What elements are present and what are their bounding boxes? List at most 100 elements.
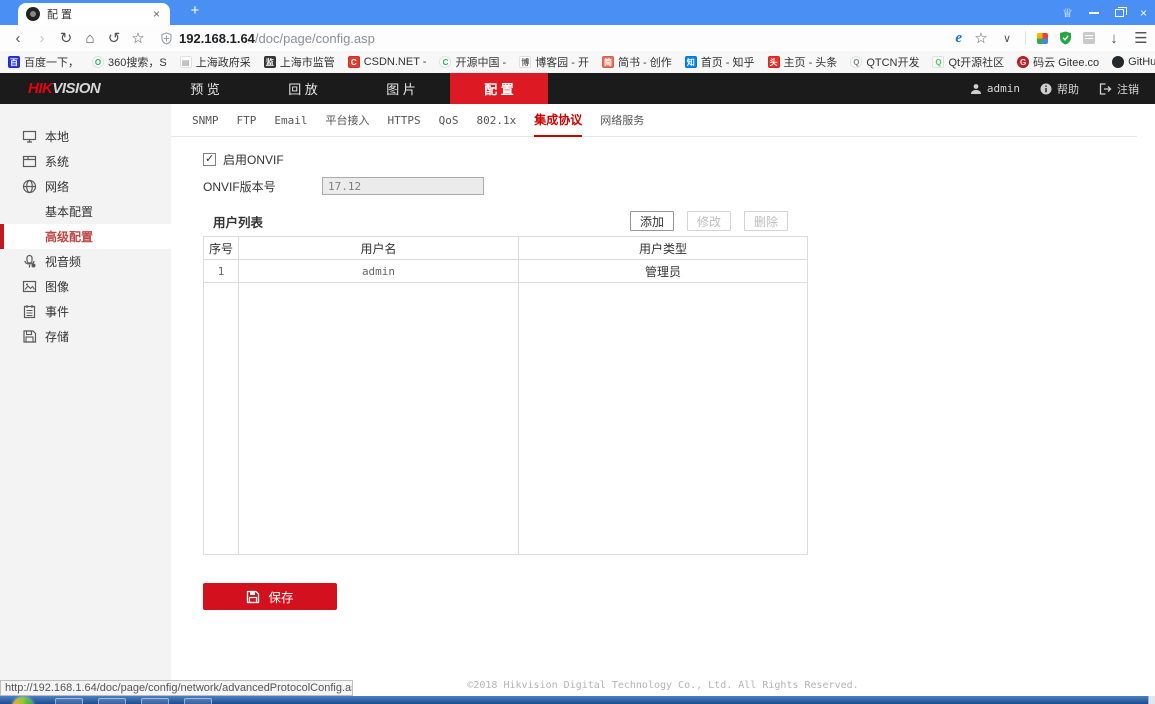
tab-close-icon[interactable]: ×	[151, 7, 162, 21]
browser-toolbar: ‹ › ↻ ⌂ ↺ ☆ 192.168.1.64 /doc/page/confi…	[0, 25, 1155, 51]
bookmark-shanghai-gov[interactable]: ▤上海政府采	[180, 54, 251, 70]
bookmarks-bar: 百百度一下， O360搜索，S ▤上海政府采 监上海市监管 CCSDN.NET …	[0, 51, 1155, 73]
bookmark-qt-community[interactable]: QQt开源社区	[932, 54, 1004, 70]
bookmark-csdn[interactable]: CCSDN.NET -	[348, 56, 427, 68]
address-bar[interactable]: 192.168.1.64 /doc/page/config.asp	[160, 31, 947, 46]
sidebar-item-audio-video[interactable]: 视音频	[0, 249, 171, 274]
extensions-grid-icon[interactable]	[1037, 33, 1048, 44]
storage-icon	[22, 329, 37, 344]
favorite-star-icon[interactable]: ☆	[973, 29, 989, 47]
reload-icon[interactable]: ↻	[54, 29, 78, 47]
menu-icon[interactable]: ☰	[1133, 29, 1149, 47]
sidebar-item-storage[interactable]: 存储	[0, 324, 171, 349]
site-shield-icon	[160, 32, 173, 45]
minimize-button[interactable]	[1089, 12, 1099, 14]
status-url-tooltip: http://192.168.1.64/doc/page/config/netw…	[0, 680, 353, 696]
sidebar-item-network[interactable]: 网络	[0, 174, 171, 199]
taskbar-button[interactable]	[55, 698, 83, 704]
bookmark-jianshu[interactable]: 简简书 - 创作	[602, 54, 672, 70]
nav-picture[interactable]: 图 片	[352, 73, 450, 104]
tab-email[interactable]: Email	[274, 104, 307, 136]
bookmark-baidu[interactable]: 百百度一下，	[8, 54, 79, 70]
table-empty-body	[203, 283, 808, 555]
enable-onvif-checkbox[interactable]	[203, 153, 216, 166]
show-desktop-button[interactable]	[1148, 696, 1155, 704]
download-icon[interactable]: ↓	[1106, 30, 1122, 47]
bookmark-shanghai-regulator[interactable]: 监上海市监管	[264, 54, 335, 70]
bookmark-github[interactable]: GitHub	[1112, 56, 1155, 68]
bookmark-star-icon[interactable]: ☆	[126, 29, 150, 47]
browser-skin-icon[interactable]: ♕	[1062, 7, 1073, 19]
bookmark-360-search[interactable]: O360搜索，S	[92, 54, 167, 70]
maximize-button[interactable]	[1115, 9, 1124, 17]
close-button[interactable]: ×	[1140, 7, 1147, 19]
sidebar-item-event[interactable]: 事件	[0, 299, 171, 324]
gitee-icon: G	[1017, 56, 1029, 68]
document-icon: ▤	[180, 56, 192, 68]
oschina-icon: C	[439, 56, 451, 68]
delete-user-button[interactable]: 删除	[744, 211, 788, 231]
onvif-version-input[interactable]: 17.12	[322, 177, 484, 195]
adblock-shield-icon[interactable]	[1059, 31, 1072, 45]
save-floppy-icon	[246, 590, 260, 604]
table-row[interactable]: 1 admin 管理员	[204, 260, 807, 283]
sidebar: 本地 系统 网络 基本配置 高级配置 视音频 图像	[0, 104, 171, 696]
app-header: HIKVISION 预 览 回 放 图 片 配 置 admin 帮助 注销	[0, 73, 1155, 104]
bookmark-oschina[interactable]: C开源中国 -	[439, 54, 506, 70]
sidebar-item-image[interactable]: 图像	[0, 274, 171, 299]
bookmark-gitee[interactable]: G码云 Gitee.co	[1017, 54, 1099, 70]
row-index: 1	[204, 260, 239, 282]
logout-label: 注销	[1117, 81, 1139, 97]
user-icon	[970, 83, 982, 95]
nav-preview[interactable]: 预 览	[156, 73, 254, 104]
sidebar-item-advanced-config[interactable]: 高级配置	[0, 224, 171, 249]
taskbar-button[interactable]	[98, 698, 126, 704]
tab-8021x[interactable]: 802.1x	[477, 104, 517, 136]
table-header-row: 序号 用户名 用户类型	[204, 237, 807, 260]
ie-mode-icon[interactable]: e	[955, 30, 962, 47]
modify-user-button[interactable]: 修改	[687, 211, 731, 231]
add-user-button[interactable]: 添加	[630, 211, 674, 231]
taskbar-button[interactable]	[184, 698, 212, 704]
start-button-icon[interactable]	[12, 697, 34, 704]
windows-taskbar	[0, 696, 1155, 704]
tab-title: 配 置	[47, 6, 151, 22]
config-tabs: SNMP FTP Email 平台接入 HTTPS QoS 802.1x 集成协…	[171, 104, 1137, 137]
bookmark-qtcn[interactable]: QQTCN开发	[850, 54, 919, 70]
url-path: /doc/page/config.asp	[255, 31, 375, 46]
sidebar-item-local[interactable]: 本地	[0, 124, 171, 149]
sidebar-item-system[interactable]: 系统	[0, 149, 171, 174]
nav-playback[interactable]: 回 放	[254, 73, 352, 104]
system-icon	[22, 154, 37, 169]
capture-extension-icon[interactable]	[1083, 32, 1095, 44]
undo-icon[interactable]: ↺	[102, 29, 126, 47]
home-icon[interactable]: ⌂	[78, 30, 102, 47]
tab-qos[interactable]: QoS	[439, 104, 459, 136]
bookmark-toutiao[interactable]: 头主页 - 头条	[768, 54, 838, 70]
browser-tab[interactable]: 配 置 ×	[18, 3, 170, 25]
logout-button[interactable]: 注销	[1099, 81, 1139, 97]
taskbar-button[interactable]	[141, 698, 169, 704]
forward-icon[interactable]: ›	[30, 30, 54, 47]
chevron-down-icon[interactable]: ∨	[1000, 32, 1014, 45]
save-button[interactable]: 保存	[203, 583, 337, 610]
tab-platform-access[interactable]: 平台接入	[326, 104, 370, 136]
username: admin	[987, 82, 1020, 95]
tab-ftp[interactable]: FTP	[237, 104, 257, 136]
image-icon	[22, 279, 37, 294]
new-tab-button[interactable]: +	[185, 2, 205, 19]
tab-https[interactable]: HTTPS	[388, 104, 421, 136]
tab-favicon-icon	[26, 7, 40, 21]
main-nav: 预 览 回 放 图 片 配 置	[156, 73, 548, 104]
sidebar-item-basic-config[interactable]: 基本配置	[0, 199, 171, 224]
nav-config[interactable]: 配 置	[450, 73, 548, 104]
tab-snmp[interactable]: SNMP	[192, 104, 219, 136]
bookmark-cnblogs[interactable]: 博博客园 - 开	[519, 54, 589, 70]
user-table: 序号 用户名 用户类型 1 admin 管理员	[203, 236, 808, 283]
user-account: admin	[970, 82, 1020, 95]
bookmark-zhihu[interactable]: 知首页 - 知乎	[685, 54, 755, 70]
tab-network-service[interactable]: 网络服务	[600, 104, 644, 136]
help-button[interactable]: 帮助	[1040, 81, 1079, 97]
tab-integration-protocol[interactable]: 集成协议	[534, 104, 582, 137]
back-icon[interactable]: ‹	[6, 30, 30, 47]
